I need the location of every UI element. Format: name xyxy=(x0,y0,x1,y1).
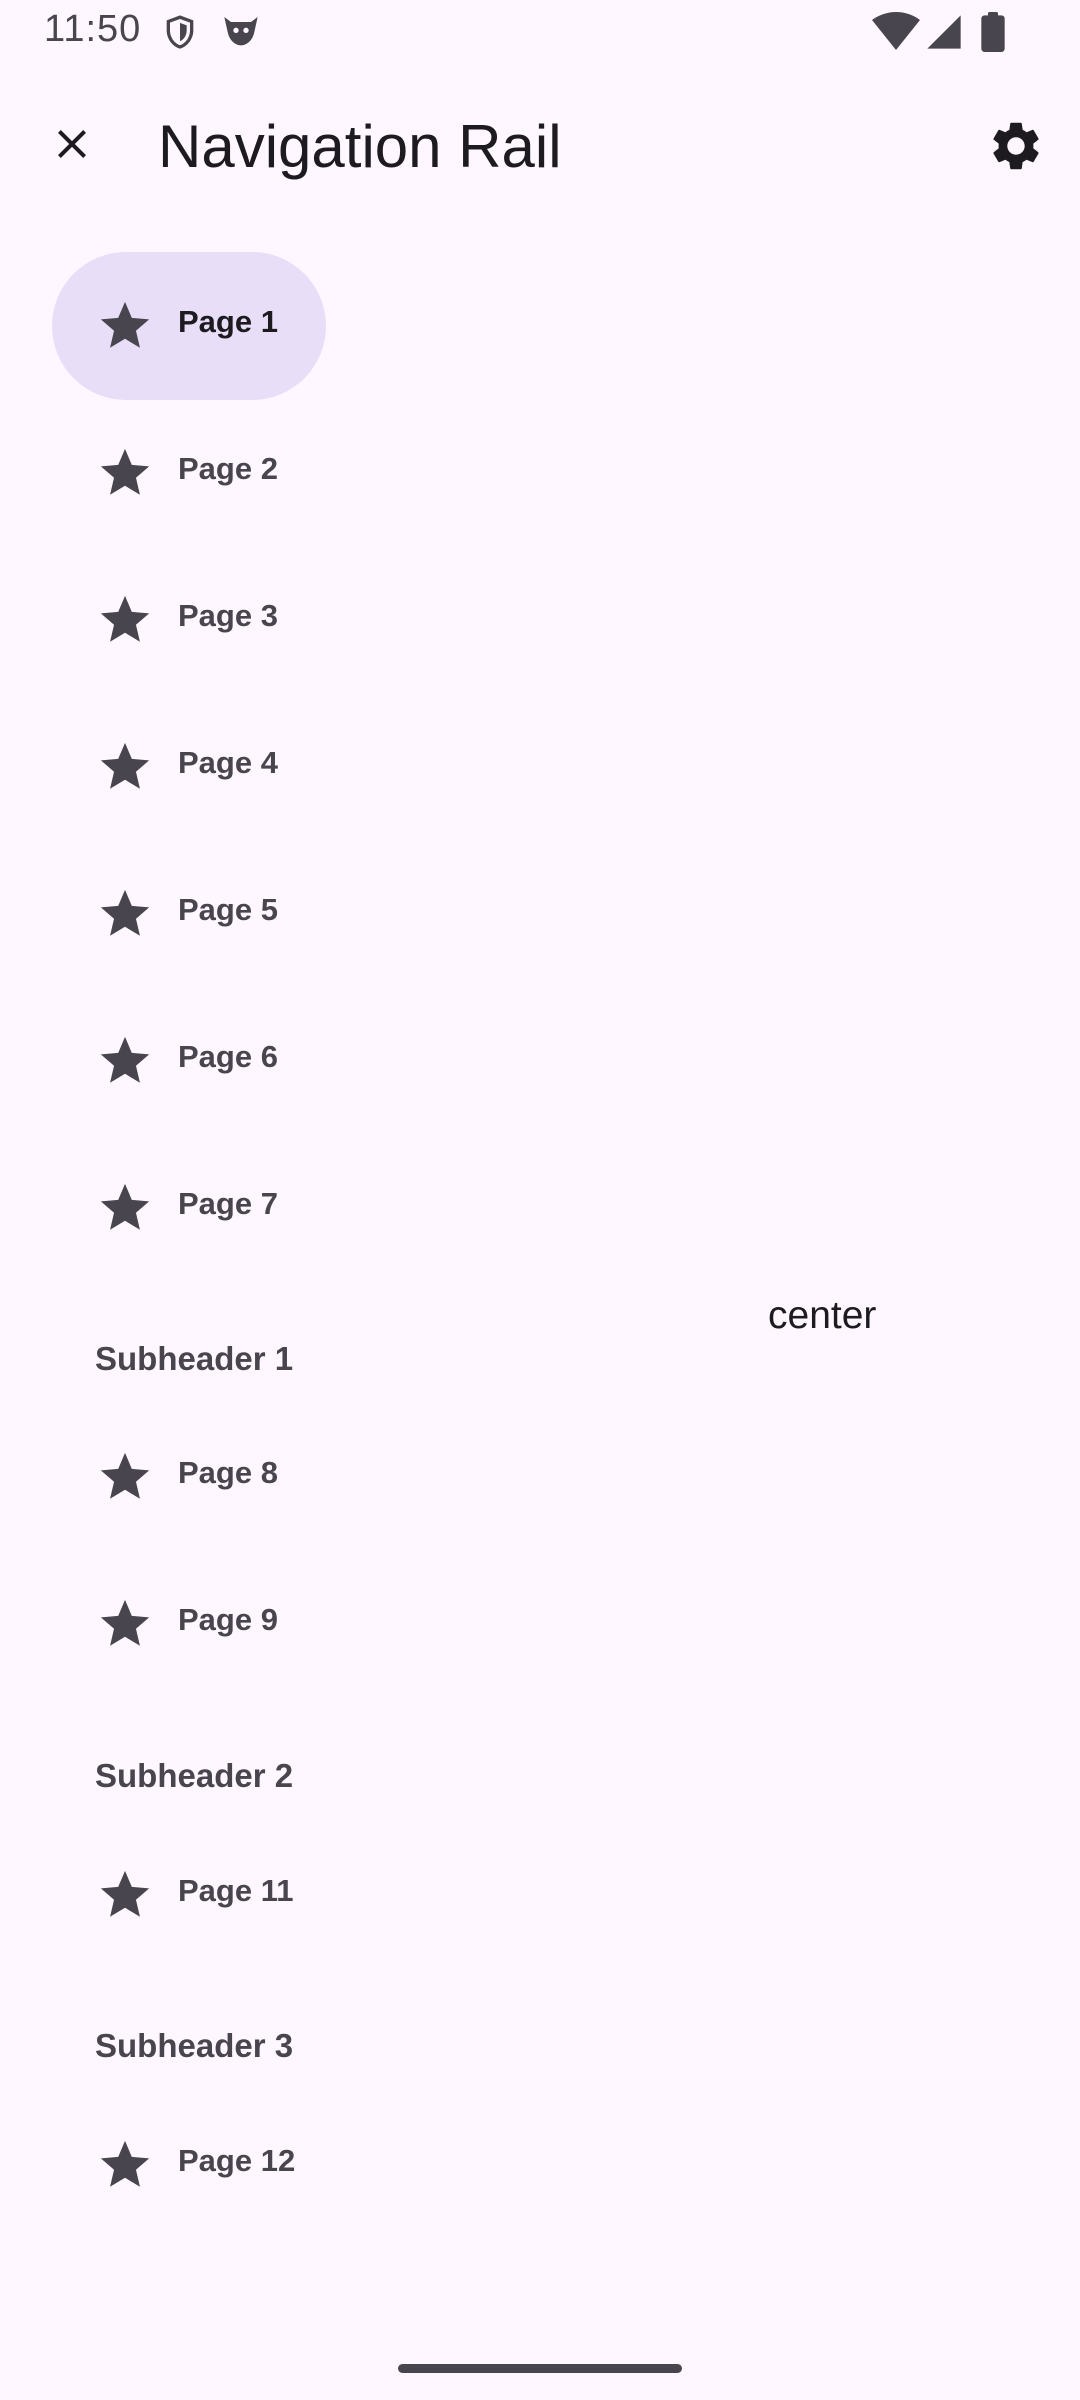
nav-item-page-6[interactable]: Page 6 xyxy=(52,987,326,1135)
content-center-text: center xyxy=(768,1294,877,1337)
star-icon xyxy=(96,444,154,502)
home-indicator[interactable] xyxy=(398,2364,682,2373)
star-icon xyxy=(96,1866,154,1924)
nav-item-label: Page 4 xyxy=(178,745,278,780)
star-icon xyxy=(96,591,154,649)
shield-icon xyxy=(166,15,194,49)
subheader-2: Subheader 2 xyxy=(95,1757,294,1794)
top-app-bar: Navigation Rail xyxy=(0,100,1080,196)
nav-item-label: Page 8 xyxy=(178,1455,278,1490)
cellular-signal-icon xyxy=(927,15,961,49)
nav-item-page-5[interactable]: Page 5 xyxy=(52,840,326,988)
close-icon xyxy=(58,130,86,158)
status-bar: 11:50 xyxy=(0,0,1080,64)
star-icon xyxy=(96,1179,154,1237)
nav-item-label: Page 2 xyxy=(178,451,278,486)
nav-item-page-11[interactable]: Page 11 xyxy=(52,1821,326,1969)
subheader-1: Subheader 1 xyxy=(95,1340,294,1377)
battery-icon xyxy=(981,12,1005,52)
nav-item-page-4[interactable]: Page 4 xyxy=(52,693,326,841)
nav-item-page-7[interactable]: Page 7 xyxy=(52,1134,326,1282)
star-icon xyxy=(96,2136,154,2194)
subheader-3: Subheader 3 xyxy=(95,2027,294,2064)
nav-item-page-1[interactable]: Page 1 xyxy=(52,252,326,400)
nav-item-page-8[interactable]: Page 8 xyxy=(52,1403,326,1551)
nav-item-label: Page 7 xyxy=(178,1186,278,1221)
star-icon xyxy=(96,1032,154,1090)
status-time: 11:50 xyxy=(44,8,142,50)
nav-item-label: Page 11 xyxy=(178,1873,294,1908)
gear-icon xyxy=(993,122,1039,170)
cat-face-icon xyxy=(224,17,258,46)
star-icon xyxy=(96,1595,154,1653)
nav-item-label: Page 9 xyxy=(178,1602,278,1637)
nav-item-page-9[interactable]: Page 9 xyxy=(52,1550,326,1698)
page-title: Navigation Rail xyxy=(158,113,562,180)
star-icon xyxy=(96,297,154,355)
nav-item-label: Page 3 xyxy=(178,598,278,633)
close-button[interactable] xyxy=(36,108,108,180)
star-icon xyxy=(96,738,154,796)
nav-item-label: Page 12 xyxy=(178,2143,296,2178)
nav-item-label: Page 5 xyxy=(178,892,278,927)
nav-item-page-3[interactable]: Page 3 xyxy=(52,546,326,694)
nav-item-page-12[interactable]: Page 12 xyxy=(52,2091,326,2239)
wifi-icon xyxy=(872,12,920,50)
star-icon xyxy=(96,885,154,943)
nav-item-page-2[interactable]: Page 2 xyxy=(52,399,326,547)
nav-item-label: Page 1 xyxy=(178,304,278,339)
nav-item-label: Page 6 xyxy=(178,1039,278,1074)
settings-button[interactable] xyxy=(978,108,1054,184)
star-icon xyxy=(96,1448,154,1506)
